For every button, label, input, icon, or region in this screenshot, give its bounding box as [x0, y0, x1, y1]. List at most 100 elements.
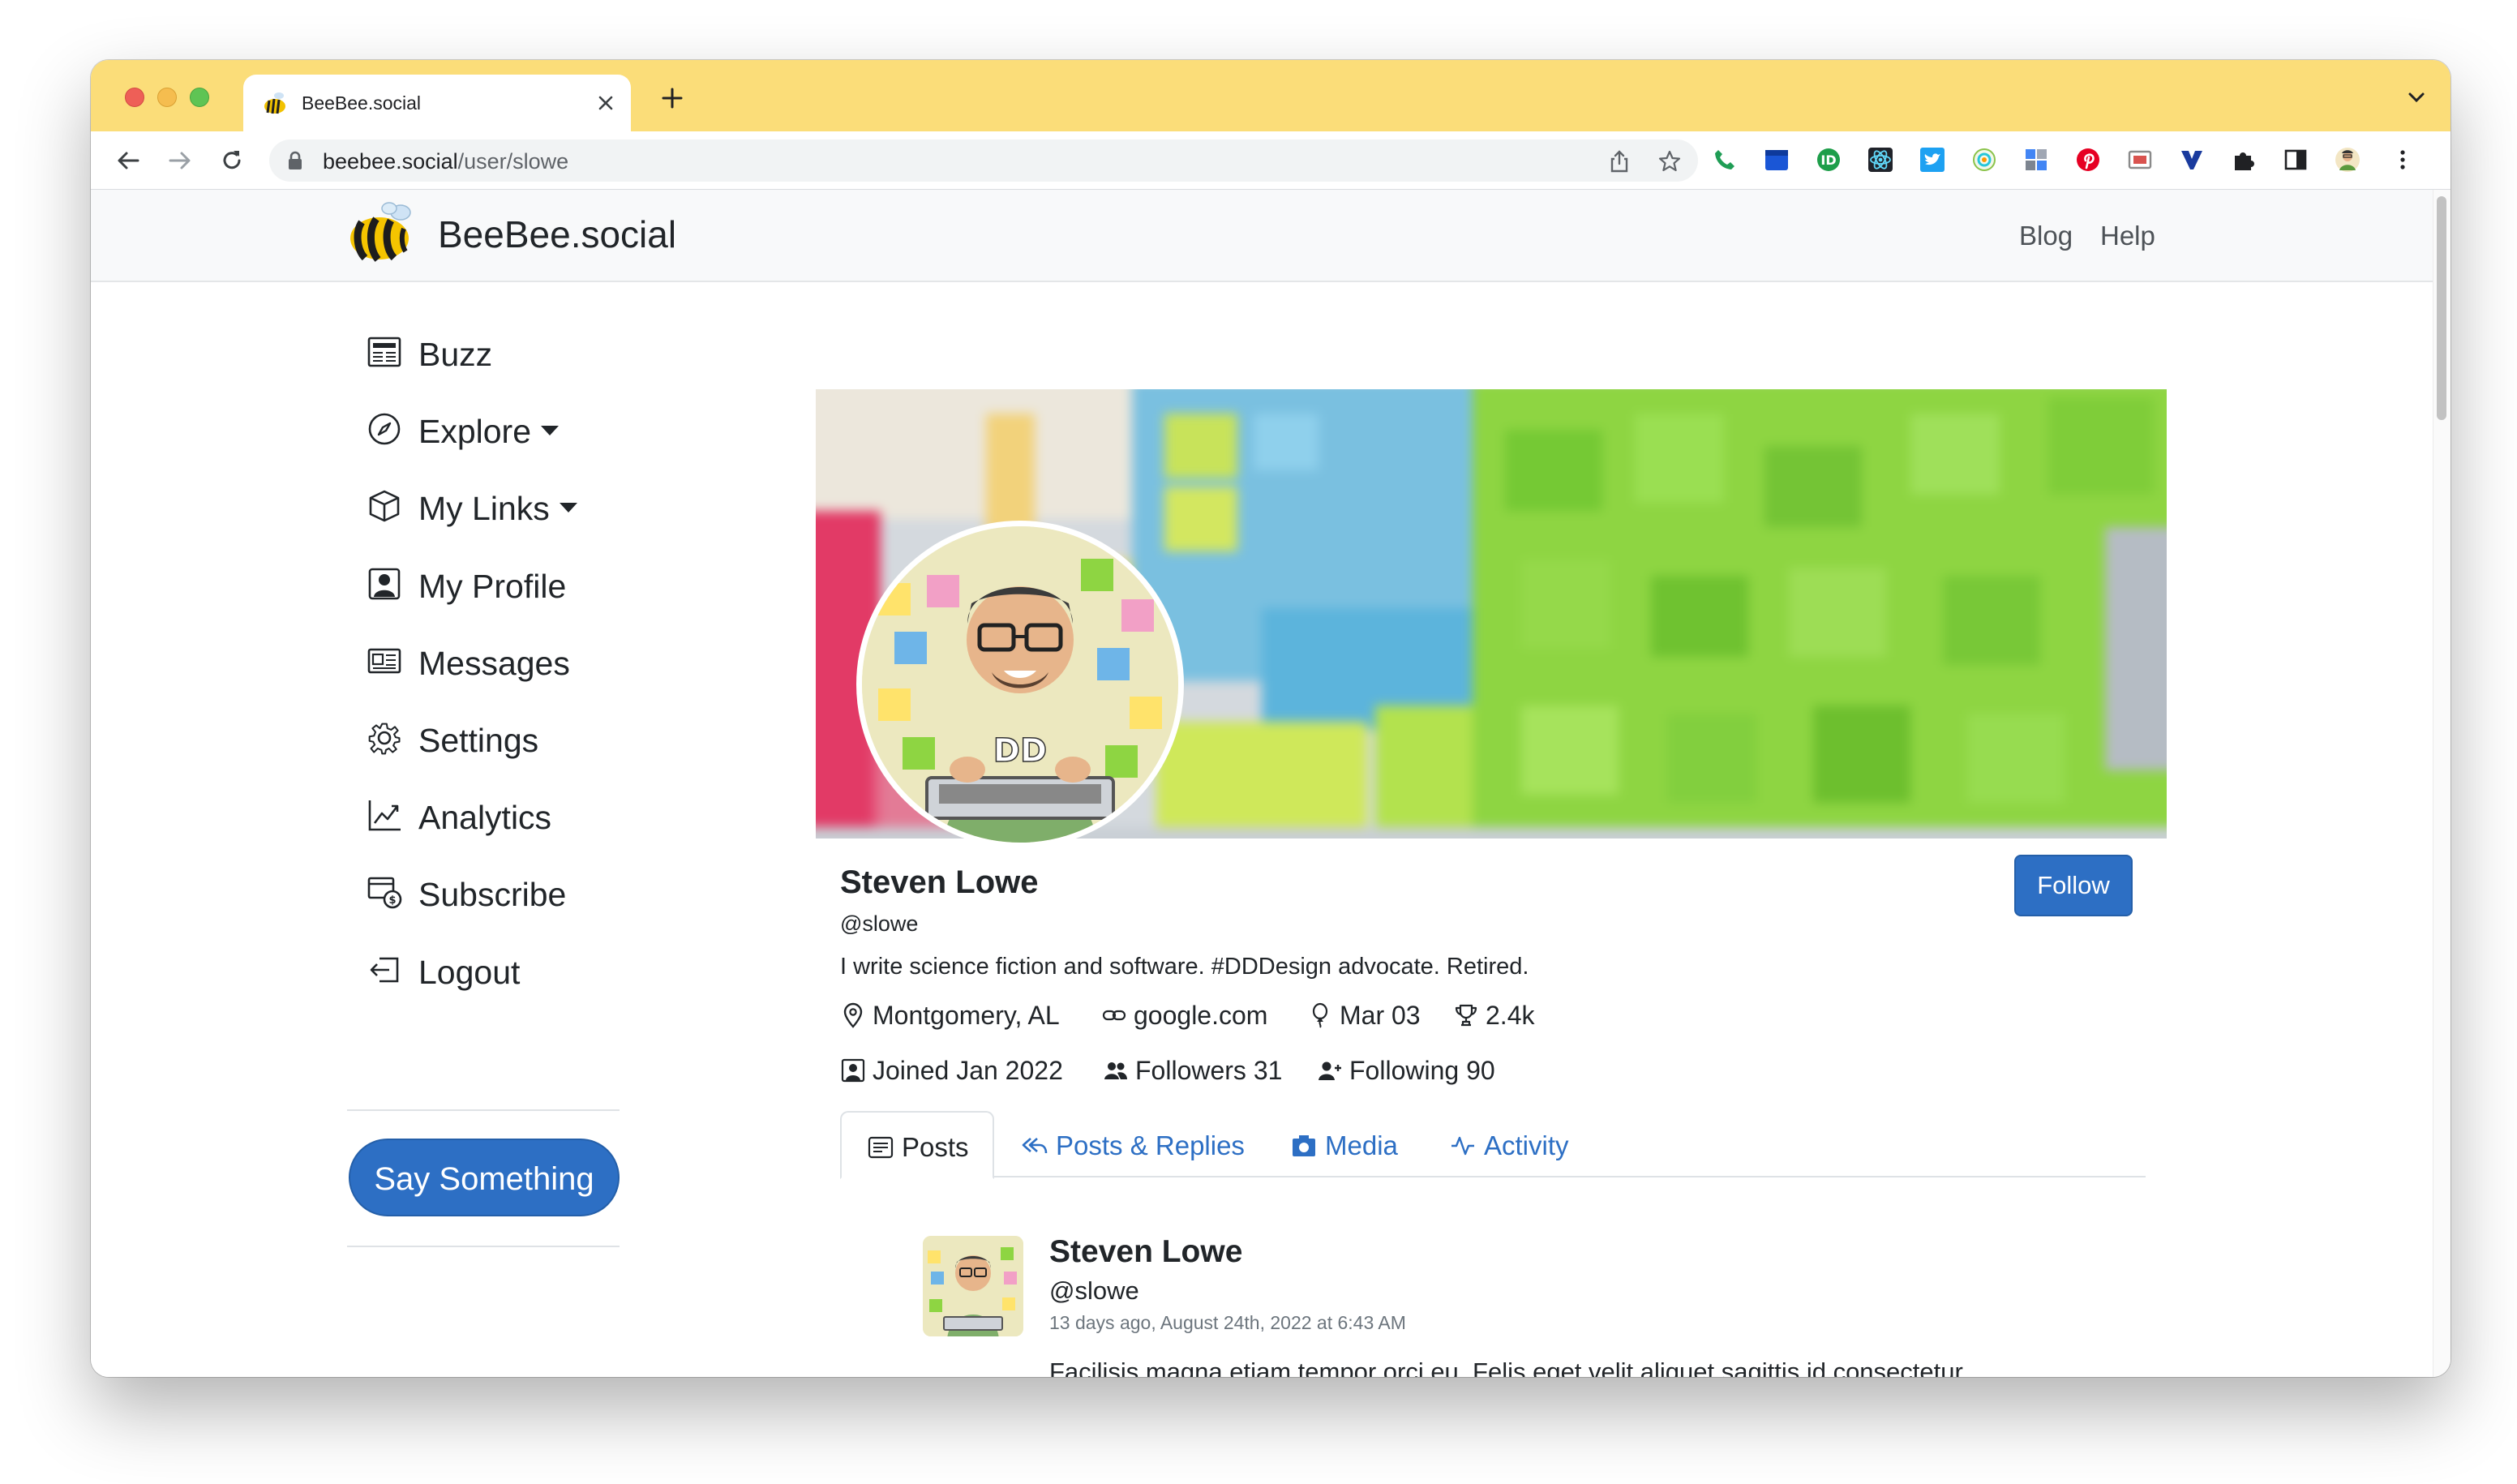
avatar-illustration	[923, 1236, 1023, 1336]
kebab-menu-icon[interactable]	[2389, 146, 2416, 174]
tab-posts-replies[interactable]: Posts & Replies	[1022, 1111, 1265, 1179]
sidebar-item-label: My Profile	[418, 568, 567, 605]
cast-icon[interactable]	[2126, 146, 2154, 174]
sidebar-item-label: Buzz	[418, 336, 493, 373]
sidebar-item-buzz[interactable]: Buzz	[367, 328, 691, 376]
post-author[interactable]: Steven Lowe	[1049, 1234, 1242, 1270]
card-text-icon	[868, 1136, 894, 1159]
bee-favicon-icon	[264, 92, 285, 114]
tab-posts[interactable]: Posts	[840, 1111, 994, 1179]
browser-tab[interactable]: BeeBee.social	[243, 75, 631, 131]
sidebar-item-label: Settings	[418, 722, 539, 759]
sidebar-item-label: My Links	[418, 490, 577, 528]
phone-icon[interactable]	[1711, 146, 1739, 174]
sidebar-item-my-links[interactable]: My Links	[367, 482, 691, 530]
page-scrollbar[interactable]	[2433, 190, 2451, 1377]
link-icon	[1102, 1010, 1126, 1021]
grid-icon[interactable]	[2022, 146, 2050, 174]
messages-icon	[367, 648, 401, 674]
sidebar-item-label: Logout	[418, 954, 521, 991]
header-link-help[interactable]: Help	[2100, 221, 2155, 251]
reply-all-icon	[1022, 1138, 1048, 1154]
follow-button[interactable]: Follow	[2014, 855, 2133, 916]
bookmark-star-icon[interactable]	[1657, 149, 1682, 174]
box-icon	[369, 490, 400, 522]
sidebar-item-explore[interactable]: Explore	[367, 405, 691, 453]
browser-window: BeeBee.social beebee.social/user/slowe I…	[91, 60, 2451, 1377]
svg-text:ID: ID	[1820, 152, 1836, 168]
bee-logo-icon[interactable]	[347, 199, 417, 264]
sidebar-item-messages[interactable]: Messages	[367, 637, 691, 685]
sidebar-item-my-profile[interactable]: My Profile	[367, 560, 691, 608]
sidebar-item-analytics[interactable]: Analytics	[367, 791, 691, 839]
sidebar-item-label: Explore	[418, 413, 560, 451]
post-handle[interactable]: @slowe	[1049, 1276, 1139, 1306]
caret-down-icon	[541, 426, 560, 436]
post-avatar[interactable]	[923, 1236, 1023, 1336]
tab-strip: BeeBee.social	[91, 60, 2451, 131]
person-square-icon	[368, 568, 401, 600]
address-bar[interactable]: beebee.social/user/slowe	[269, 139, 1698, 182]
gear-icon	[368, 723, 401, 755]
url-text[interactable]: beebee.social/user/slowe	[323, 149, 568, 174]
sidebar-item-logout[interactable]: Logout	[367, 946, 691, 994]
sidebar-item-label: Subscribe	[418, 876, 567, 913]
lock-icon[interactable]	[287, 151, 303, 170]
colorzilla-icon[interactable]	[1970, 146, 1998, 174]
header-link-blog[interactable]: Blog	[2019, 221, 2073, 251]
close-window-button[interactable]	[125, 88, 144, 107]
tab-activity[interactable]: Activity	[1450, 1111, 1596, 1179]
say-something-button[interactable]: Say Something	[349, 1139, 620, 1216]
site-header: BeeBee.social Blog Help	[91, 190, 2433, 282]
calendar-icon[interactable]	[1763, 146, 1790, 174]
balloon-icon	[1312, 1002, 1328, 1028]
profile-tabs: Posts Posts & Replies Media Activity	[840, 1111, 2146, 1179]
person-square-icon	[841, 1058, 865, 1083]
sidebar-item-subscribe[interactable]: $ Subscribe	[367, 868, 691, 916]
share-icon[interactable]	[1607, 149, 1632, 174]
chevron-down-icon[interactable]	[2407, 89, 2426, 105]
zoom-window-button[interactable]	[190, 88, 209, 107]
subscribe-icon: $	[367, 877, 402, 909]
sidebar-item-settings[interactable]: Settings	[367, 714, 691, 762]
people-icon	[1104, 1062, 1127, 1079]
back-icon[interactable]	[114, 146, 143, 175]
sidebar-item-label: Analytics	[418, 799, 552, 836]
post-body: Facilisis magna etiam tempor orci eu. Fe…	[1049, 1357, 1969, 1377]
sidebar-divider	[347, 1246, 620, 1247]
trophy-icon	[1455, 1004, 1477, 1027]
puzzle-icon[interactable]	[2230, 146, 2258, 174]
profile-avatar[interactable]: DD	[856, 521, 1184, 848]
graph-up-icon	[368, 800, 401, 831]
location-pin-icon	[843, 1002, 863, 1028]
profile-avatar-icon[interactable]	[2334, 146, 2361, 174]
new-tab-icon[interactable]	[658, 84, 686, 112]
idea-icon[interactable]: ID	[1815, 146, 1842, 174]
react-icon[interactable]	[1867, 146, 1894, 174]
forward-icon[interactable]	[165, 146, 195, 175]
vivaldi-icon[interactable]	[2178, 146, 2206, 174]
media-icon	[1293, 1135, 1315, 1156]
minimize-window-button[interactable]	[157, 88, 177, 107]
brand-name[interactable]: BeeBee.social	[438, 212, 676, 256]
scrollbar-thumb[interactable]	[2437, 196, 2446, 420]
profile-bio: I write science fiction and software. #D…	[840, 954, 1529, 980]
newspaper-icon	[367, 337, 401, 367]
sidepanel-icon[interactable]	[2282, 146, 2309, 174]
twitter-icon[interactable]	[1919, 146, 1946, 174]
avatar-illustration: DD	[862, 526, 1178, 843]
page-viewport: BeeBee.social Blog Help Buzz Explore My …	[91, 190, 2451, 1377]
address-toolbar: beebee.social/user/slowe ID	[91, 131, 2451, 190]
tab-title: BeeBee.social	[302, 92, 422, 114]
logout-icon	[370, 957, 399, 983]
activity-icon	[1451, 1136, 1474, 1156]
pinterest-icon[interactable]	[2074, 146, 2102, 174]
compass-icon	[368, 413, 401, 445]
caret-down-icon	[559, 503, 577, 513]
close-tab-icon[interactable]	[595, 92, 616, 114]
profile-handle: @slowe	[840, 911, 919, 936]
person-plus-icon	[1319, 1062, 1341, 1080]
reload-icon[interactable]	[217, 146, 247, 175]
sidebar-item-label: Messages	[418, 645, 570, 682]
tab-media[interactable]: Media	[1291, 1111, 1421, 1179]
